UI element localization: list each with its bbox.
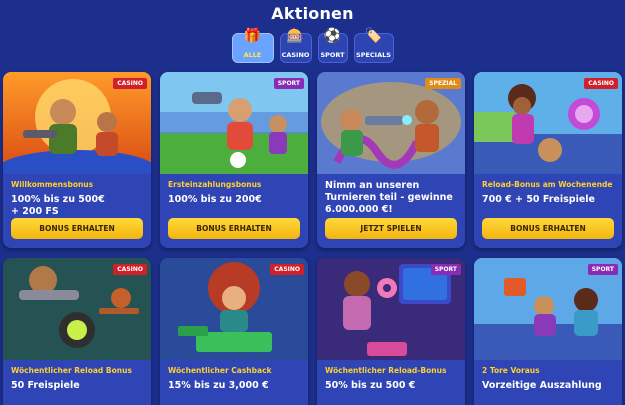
promo-headline: 100% bis zu 500€ + 200 FS	[11, 194, 105, 218]
claim-bonus-button[interactable]: BONUS ERHALTEN	[482, 218, 614, 239]
category-badge: CASINO	[113, 264, 147, 275]
category-badge: SPORT	[587, 264, 618, 275]
promo-subtitle: Wöchentlicher Cashback	[168, 366, 272, 375]
claim-bonus-button[interactable]: BONUS ERHALTEN	[11, 218, 143, 239]
promo-subtitle: Wöchentlicher Reload-Bonus	[325, 366, 447, 375]
promo-headline: Nimm an unseren Turnieren teil - gewinne…	[325, 180, 453, 216]
play-now-button[interactable]: JETZT SPIELEN	[325, 218, 457, 239]
gift-icon: 🎁	[243, 28, 262, 44]
slot-icon: 🎰	[286, 28, 305, 44]
promo-art: CASINO	[474, 72, 622, 174]
promo-art: CASINO	[3, 258, 151, 360]
category-badge: CASINO	[113, 78, 147, 89]
claim-bonus-button[interactable]: BONUS ERHALTEN	[168, 218, 300, 239]
promo-card-weekend-reload[interactable]: CASINO Reload-Bonus am Wochenende 700 € …	[474, 72, 622, 248]
tab-casino[interactable]: 🎰 CASINO	[279, 29, 312, 63]
promo-card-first-deposit[interactable]: SPORT Ersteinzahlungsbonus 100% bis zu 2…	[160, 72, 308, 248]
promo-headline: 50 Freispiele	[11, 380, 80, 391]
promo-headline: 100% bis zu 200€	[168, 194, 262, 205]
ball-icon: ⚽	[323, 28, 342, 44]
promo-headline: 700 € + 50 Freispiele	[482, 194, 595, 205]
promo-subtitle: Willkommensbonus	[11, 180, 94, 189]
promo-subtitle: Ersteinzahlungsbonus	[168, 180, 262, 189]
category-badge: CASINO	[584, 78, 618, 89]
promo-card-two-goals-ahead[interactable]: SPORT 2 Tore Voraus Vorzeitige Auszahlun…	[474, 258, 622, 405]
promo-card-weekly-reload-casino[interactable]: CASINO Wöchentlicher Reload Bonus 50 Fre…	[3, 258, 151, 405]
promo-card-tournaments[interactable]: SPEZIAL Nimm an unseren Turnieren teil -…	[317, 72, 465, 248]
promo-headline: Vorzeitige Auszahlung	[482, 380, 602, 391]
promo-art: SPEZIAL	[317, 72, 465, 174]
promo-headline: 15% bis zu 3,000 €	[168, 380, 269, 391]
tag-icon: 🏷️	[364, 28, 383, 44]
category-badge: CASINO	[270, 264, 304, 275]
promo-subtitle: Reload-Bonus am Wochenende	[482, 180, 613, 189]
tab-specials[interactable]: 🏷️ SPECIALS	[353, 29, 394, 63]
promo-subtitle: Wöchentlicher Reload Bonus	[11, 366, 132, 375]
promo-art: CASINO	[160, 258, 308, 360]
category-badge: SPORT	[273, 78, 304, 89]
promo-art: SPORT	[317, 258, 465, 360]
promo-art: CASINO	[3, 72, 151, 174]
page-title: Aktionen	[271, 4, 354, 23]
promo-card-weekly-cashback[interactable]: CASINO Wöchentlicher Cashback 15% bis zu…	[160, 258, 308, 405]
promo-subtitle: 2 Tore Voraus	[482, 366, 540, 375]
promo-art: SPORT	[474, 258, 622, 360]
promo-art: SPORT	[160, 72, 308, 174]
tab-all[interactable]: 🎁 ALLE	[231, 29, 274, 63]
category-badge: SPORT	[430, 264, 461, 275]
promo-headline: 50% bis zu 500 €	[325, 380, 416, 391]
category-tabs: 🎁 ALLE 🎰 CASINO ⚽ SPORT 🏷️ SPECIALS	[0, 29, 625, 63]
promo-card-welcome[interactable]: CASINO Willkommensbonus 100% bis zu 500€…	[3, 72, 151, 248]
promo-card-weekly-reload-sport[interactable]: SPORT Wöchentlicher Reload-Bonus 50% bis…	[317, 258, 465, 405]
category-badge: SPEZIAL	[425, 78, 461, 89]
tab-sport[interactable]: ⚽ SPORT	[317, 29, 348, 63]
